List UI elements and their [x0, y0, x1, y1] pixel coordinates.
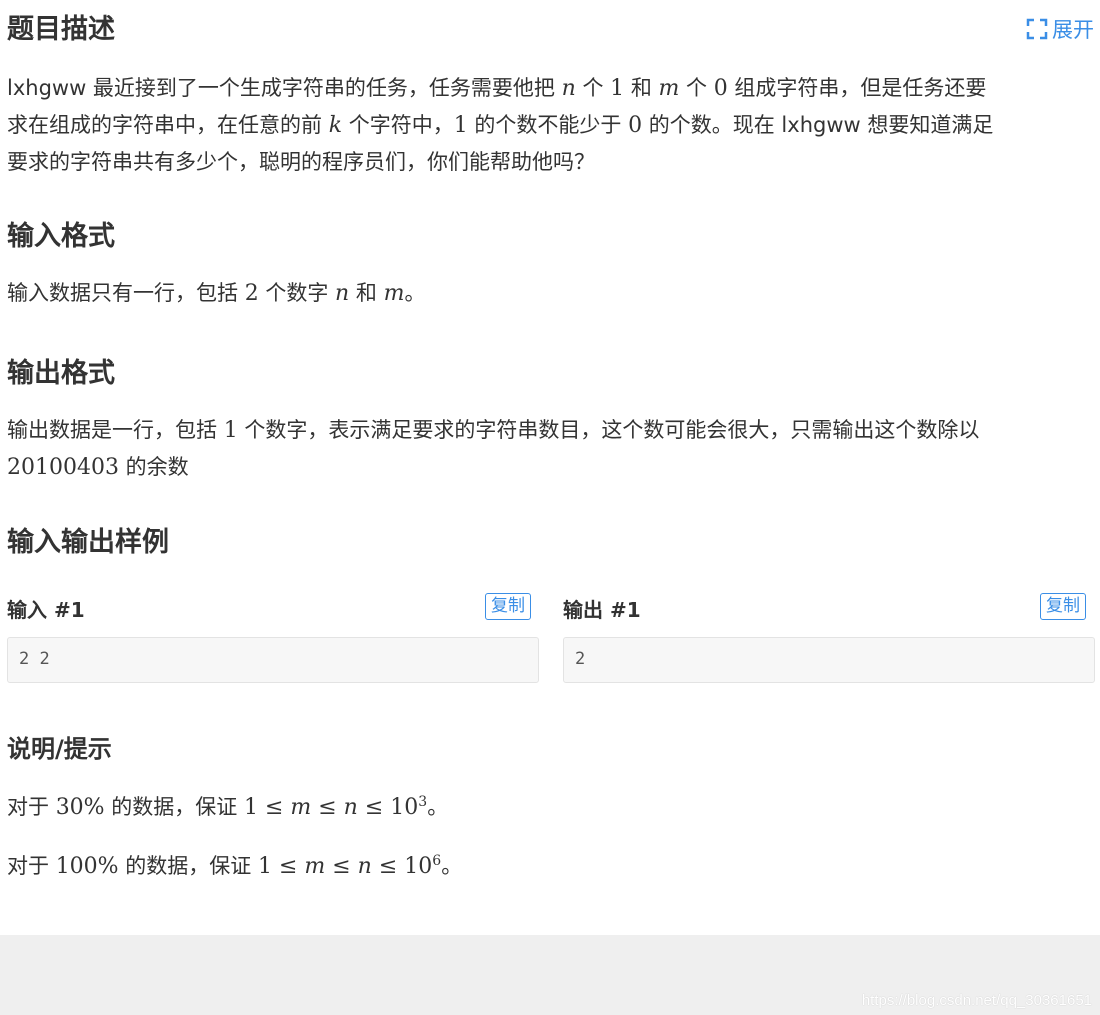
input-format-heading: 输入格式: [7, 221, 115, 252]
output-format-heading: 输出格式: [7, 358, 115, 389]
problem-page: 题目描述 展开 lxhgww 最近接到了一个生成字符串的任务，任务需要他把 n …: [0, 0, 1100, 935]
output-format-text: 输出数据是一行，包括 1 个数字，表示满足要求的字符串数目，这个数可能会很大，只…: [7, 418, 980, 480]
description-text: lxhgww 最近接到了一个生成字符串的任务，任务需要他把 n 个 1 和 m …: [7, 76, 994, 174]
sample-input-label: 输入 #1: [7, 598, 85, 622]
description-heading: 题目描述: [7, 14, 115, 45]
sample-input-box[interactable]: 2 2: [7, 637, 539, 683]
hints-heading: 说明/提示: [7, 735, 112, 763]
input-format-text: 输入数据只有一行，包括 2 个数字 n 和 m。: [7, 281, 426, 306]
expand-button[interactable]: 展开: [1026, 14, 1094, 44]
hint-line-1: 对于 30% 的数据，保证 1 ≤ m ≤ n ≤ 103。: [7, 794, 449, 820]
expand-label: 展开: [1052, 18, 1094, 42]
copy-input-button[interactable]: 复制: [485, 593, 531, 620]
watermark: https://blog.csdn.net/qq_30361651: [861, 992, 1092, 1009]
hint-line-2: 对于 100% 的数据，保证 1 ≤ m ≤ n ≤ 106。: [7, 853, 463, 879]
sample-output-label: 输出 #1: [563, 598, 641, 622]
expand-icon: [1026, 18, 1048, 40]
footer-bar: https://blog.csdn.net/qq_30361651: [0, 935, 1100, 1015]
copy-output-button[interactable]: 复制: [1040, 593, 1086, 620]
samples-heading: 输入输出样例: [7, 527, 169, 558]
sample-output-box[interactable]: 2: [563, 637, 1095, 683]
